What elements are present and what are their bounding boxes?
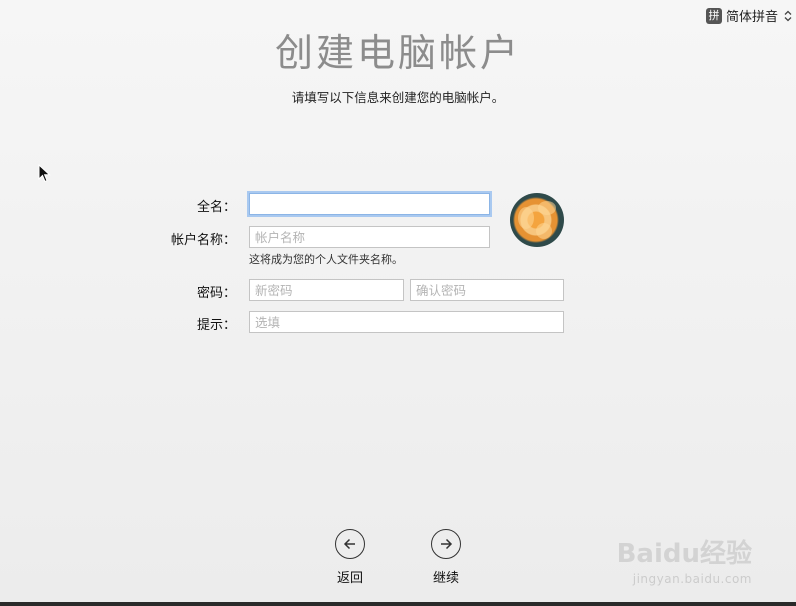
page-subtitle: 请填写以下信息来创建您的电脑帐户。 [291,90,505,105]
continue-button-label: 继续 [432,571,459,586]
fullname-label: 全名： [196,200,236,215]
screen-bottom-edge [0,602,796,606]
page-title: 创建电脑帐户 [274,31,521,75]
continue-button[interactable]: 继续 [416,529,476,586]
chevron-updown-icon [784,10,792,22]
baidu-watermark-url: jingyan.baidu.com [632,572,752,586]
fullname-field[interactable] [249,193,490,215]
verify-password-field[interactable] [410,279,564,301]
account-name-field[interactable] [249,226,490,248]
user-avatar-picture[interactable] [510,193,564,247]
password-hint-label: 提示： [196,318,236,333]
arrow-left-icon [335,529,365,559]
back-button[interactable]: 返回 [320,529,380,586]
baidu-watermark: Baidu经验 [616,539,752,569]
back-button-label: 返回 [336,571,363,586]
password-hint-field[interactable] [249,311,564,333]
account-name-label: 帐户名称： [170,233,236,248]
mouse-cursor-icon [38,163,52,188]
password-label: 密码： [196,286,236,301]
arrow-right-icon [431,529,461,559]
new-password-field[interactable] [249,279,404,301]
account-name-hint: 这将成为您的个人文件夹名称。 [249,253,403,266]
